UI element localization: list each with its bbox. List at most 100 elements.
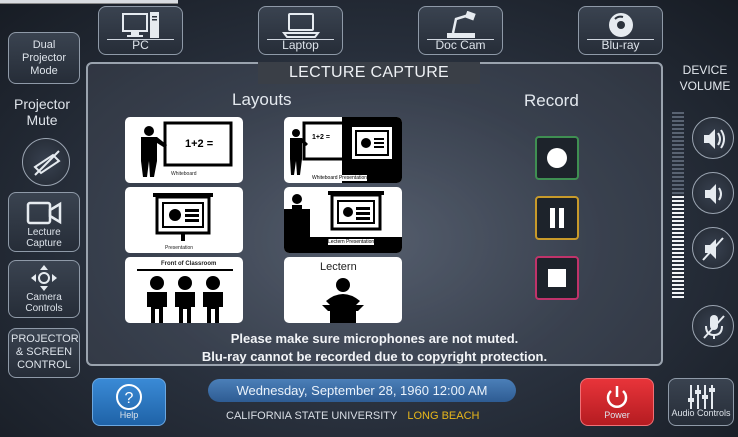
layout-front-of-classroom-tile[interactable]: Front of Classroom (125, 257, 243, 323)
whiteboard-presentation-equation: 1+2 = (312, 134, 330, 141)
layout-lectern-presentation-tile[interactable]: Lectern Presentation (284, 187, 402, 253)
volume-segment (672, 176, 684, 178)
lecture-capture-label: Lecture Capture (26, 227, 62, 249)
video-camera-icon (26, 201, 62, 225)
source-laptop-button[interactable]: Laptop (258, 6, 343, 55)
device-volume-label: DEVICE VOLUME (672, 62, 738, 94)
panel-title: LECTURE CAPTURE (258, 62, 480, 84)
layout-presentation-tile[interactable]: Presentation (125, 187, 243, 253)
campus-accent-text: LONG BEACH (407, 410, 480, 422)
stop-button[interactable] (535, 256, 579, 300)
projector-mute-icon (33, 150, 61, 176)
projector-mute-button[interactable] (22, 138, 70, 186)
volume-segment (672, 112, 684, 114)
volume-segment (672, 156, 684, 158)
volume-segment (672, 140, 684, 142)
help-button[interactable]: ? Help (92, 378, 166, 426)
source-laptop-label: Laptop (282, 38, 319, 52)
pause-button[interactable] (535, 196, 579, 240)
volume-segment (672, 116, 684, 118)
record-heading: Record (524, 91, 579, 110)
volume-segment (672, 252, 684, 254)
help-label: Help (119, 410, 139, 420)
volume-segment (672, 288, 684, 290)
layouts-heading: Layouts (232, 90, 292, 109)
volume-segment (672, 220, 684, 222)
volume-segment (672, 268, 684, 270)
volume-segment (672, 296, 684, 298)
source-pc-button[interactable]: PC (98, 6, 183, 55)
dual-projector-mode-label: Dual Projector Mode (21, 39, 67, 77)
volume-mute-button[interactable] (692, 227, 734, 269)
volume-segment (672, 200, 684, 202)
source-blu-ray-button[interactable]: Blu-ray (578, 6, 663, 55)
layout-whiteboard-caption: Whiteboard (171, 171, 197, 177)
source-doc-cam-button[interactable]: Doc Cam (418, 6, 503, 55)
help-icon: ? (116, 384, 142, 410)
datetime-display: Wednesday, September 28, 1960 12:00 AM (208, 379, 516, 402)
pause-icon (550, 208, 564, 228)
source-blu-ray-label: Blu-ray (601, 38, 640, 52)
top-strip (0, 0, 178, 4)
microphone-mute-button[interactable] (692, 305, 734, 347)
record-dot-icon (547, 148, 567, 168)
audio-controls-button[interactable]: Audio Controls (668, 378, 734, 426)
layout-lectern-caption: Lectern (320, 261, 357, 273)
volume-down-button[interactable] (692, 172, 734, 214)
svg-text:?: ? (125, 390, 134, 407)
volume-segment (672, 256, 684, 258)
volume-segment (672, 172, 684, 174)
layout-lectern-tile[interactable]: Lectern (284, 257, 402, 323)
audio-mixer-icon (688, 385, 715, 409)
desktop-pc-icon (121, 12, 159, 38)
microphone-mute-icon (703, 315, 725, 339)
presentation-screen-icon (153, 193, 213, 241)
volume-segment (672, 244, 684, 246)
volume-segment (672, 276, 684, 278)
layout-presentation-caption: Presentation (165, 245, 194, 251)
volume-segment (672, 224, 684, 226)
volume-segment (672, 184, 684, 186)
power-button[interactable]: Power (580, 378, 654, 426)
record-button[interactable] (535, 136, 579, 180)
dual-projector-mode-button[interactable]: Dual Projector Mode (8, 32, 80, 84)
projector-mute-text: Projector Mute (13, 96, 71, 128)
volume-segment (672, 124, 684, 126)
campus-name: CALIFORNIA STATE UNIVERSITY LONG BEACH (226, 410, 479, 422)
volume-segment (672, 164, 684, 166)
projector-screen-control-label: PROJECTOR & SCREEN CONTROL (11, 333, 79, 371)
volume-segment (672, 160, 684, 162)
laptop-icon (281, 13, 320, 38)
layout-whiteboard-presentation-caption: Whiteboard Presentation (312, 175, 368, 181)
volume-up-button[interactable] (692, 117, 734, 159)
volume-segment (672, 232, 684, 234)
volume-segment (672, 168, 684, 170)
camera-controls-button[interactable]: Camera Controls (8, 260, 80, 318)
copyright-notice: Blu-ray cannot be recorded due to copyri… (201, 349, 548, 364)
whiteboard-equation: 1+2 = (185, 138, 213, 150)
layout-whiteboard-tile[interactable]: 1+2 = Whiteboard (125, 117, 243, 183)
camera-controls-label: Camera Controls (25, 292, 63, 314)
volume-segment (672, 292, 684, 294)
whiteboard-presentation-icon: 1+2 = (290, 117, 402, 183)
lecture-capture-button[interactable]: Lecture Capture (8, 192, 80, 252)
volume-segment (672, 236, 684, 238)
volume-segment (672, 280, 684, 282)
projector-screen-control-button[interactable]: PROJECTOR & SCREEN CONTROL (8, 328, 80, 378)
direction-pad-icon (31, 265, 57, 291)
volume-level-meter[interactable] (672, 112, 684, 300)
volume-segment (672, 148, 684, 150)
volume-segment (672, 212, 684, 214)
device-volume-text: DEVICE VOLUME (679, 63, 731, 93)
microphone-notice: Please make sure microphones are not mut… (230, 331, 519, 346)
volume-segment (672, 272, 684, 274)
volume-segment (672, 192, 684, 194)
volume-segment (672, 136, 684, 138)
layout-whiteboard-presentation-tile[interactable]: 1+2 = Whiteboard Presentation (284, 117, 402, 183)
volume-segment (672, 180, 684, 182)
campus-name-text: CALIFORNIA STATE UNIVERSITY (226, 410, 398, 422)
layout-front-of-classroom-caption: Front of Classroom (161, 261, 217, 267)
volume-segment (672, 216, 684, 218)
power-icon (606, 386, 628, 408)
disc-icon (608, 13, 633, 37)
